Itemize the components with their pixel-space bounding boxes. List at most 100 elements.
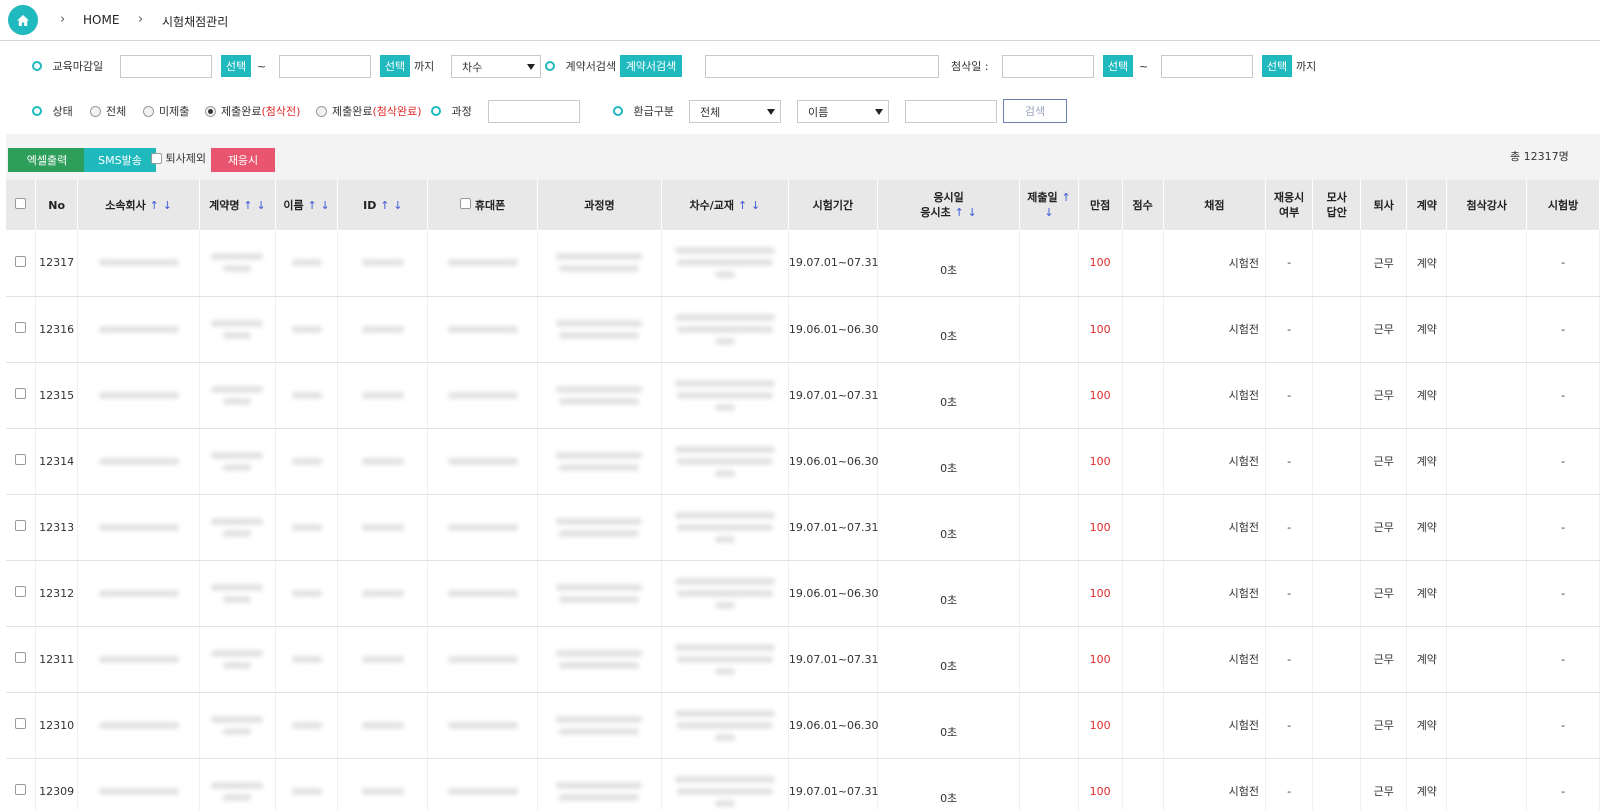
row-name: [275, 494, 339, 561]
row-checkbox[interactable]: [15, 652, 27, 663]
row-checkbox[interactable]: [15, 388, 27, 399]
redacted-text: [674, 709, 775, 717]
table-row[interactable]: 12312 19.06.01~06.30 0초 100 시험전 - 근무 계약 -: [6, 560, 1600, 627]
review-date-start-select-button[interactable]: 선택: [1103, 55, 1133, 77]
radio-selected-icon[interactable]: [205, 105, 216, 117]
review-date-end-select-button[interactable]: 선택: [1262, 55, 1292, 77]
sort-asc-icon[interactable]: ↑: [380, 199, 389, 212]
redacted-text: [714, 733, 735, 741]
redacted-text: [211, 451, 264, 459]
col-contract[interactable]: 계약명 ↑ ↓: [199, 180, 276, 230]
row-score: [1122, 362, 1164, 429]
status-radio-all[interactable]: 전체: [90, 99, 126, 123]
sort-asc-icon[interactable]: ↑: [955, 206, 964, 219]
until-text: 까지: [1296, 60, 1317, 73]
table-row[interactable]: 12315 19.07.01~07.31 0초 100 시험전 - 근무 계약 -: [6, 362, 1600, 429]
course-input[interactable]: [488, 100, 580, 123]
chevron-right-icon: ›: [60, 12, 66, 27]
sort-desc-icon[interactable]: ↓: [163, 199, 172, 212]
row-select-cell: [6, 560, 37, 627]
edu-deadline-end-input[interactable]: [279, 55, 371, 78]
edu-deadline-end-select-button[interactable]: 선택: [380, 55, 410, 77]
sort-desc-icon[interactable]: ↓: [321, 199, 330, 212]
search-field-select[interactable]: 이름: [797, 100, 889, 123]
sms-send-button[interactable]: SMS발송: [84, 148, 156, 172]
home-icon[interactable]: [8, 5, 38, 35]
row-full-score: 100: [1078, 362, 1123, 429]
col-company[interactable]: 소속회사 ↑ ↓: [77, 180, 201, 230]
redacted-text: [211, 781, 264, 789]
table-row[interactable]: 12313 19.07.01~07.31 0초 100 시험전 - 근무 계약 -: [6, 494, 1600, 561]
exclude-resigned-checkbox[interactable]: 퇴사제외: [151, 146, 206, 170]
col-name[interactable]: 이름 ↑ ↓: [275, 180, 339, 230]
radio-icon[interactable]: [316, 105, 327, 117]
row-tutor: [1446, 494, 1528, 561]
redacted-text: [98, 523, 179, 531]
row-checkbox[interactable]: [15, 586, 27, 597]
col-id[interactable]: ID ↑ ↓: [337, 180, 429, 230]
sort-desc-icon[interactable]: ↓: [751, 199, 760, 212]
contract-search-input[interactable]: [705, 55, 939, 78]
round-select[interactable]: 차수: [451, 55, 541, 78]
redacted-text: [211, 715, 264, 723]
checkbox-icon[interactable]: [151, 152, 162, 164]
col-exam-date[interactable]: 응시일 응시초 ↑ ↓: [877, 180, 1021, 230]
col-submit-date[interactable]: 제출일 ↑ ↓: [1019, 180, 1079, 230]
status-label: 상태: [32, 99, 73, 123]
sort-asc-icon[interactable]: ↑: [738, 199, 747, 212]
bullet-icon: [545, 61, 555, 71]
sort-asc-icon[interactable]: ↑: [243, 199, 252, 212]
excel-export-button[interactable]: 엑셀출력: [8, 148, 86, 172]
radio-icon[interactable]: [143, 105, 154, 117]
redacted-text: [674, 577, 775, 585]
breadcrumb-home-link[interactable]: HOME: [83, 13, 119, 27]
redacted-text: [223, 727, 252, 735]
contract-search-button[interactable]: 계약서검색: [620, 55, 682, 77]
status-radio-unsubmitted[interactable]: 미제출: [143, 99, 189, 123]
row-checkbox[interactable]: [15, 520, 27, 531]
sort-asc-icon[interactable]: ↑: [1061, 191, 1070, 204]
table-row[interactable]: 12309 19.07.01~07.31 0초 100 시험전 - 근무 계약 -: [6, 758, 1600, 810]
row-checkbox[interactable]: [15, 784, 27, 795]
row-checkbox[interactable]: [15, 255, 27, 267]
row-checkbox[interactable]: [15, 322, 27, 333]
row-period: 19.07.01~07.31: [788, 758, 879, 810]
row-checkbox[interactable]: [15, 718, 27, 729]
refund-type-label: 환급구분: [613, 99, 674, 123]
table-row[interactable]: 12316 19.06.01~06.30 0초 100 시험전 - 근무 계약 -: [6, 296, 1600, 363]
edu-deadline-start-input[interactable]: [120, 55, 212, 78]
radio-icon[interactable]: [90, 105, 101, 117]
edu-deadline-start-select-button[interactable]: 선택: [221, 55, 251, 77]
select-all-checkbox[interactable]: [15, 197, 27, 209]
table-row[interactable]: 12311 19.07.01~07.31 0초 100 시험전 - 근무 계약 -: [6, 626, 1600, 693]
col-exam-room: 시험방: [1526, 180, 1600, 230]
row-course: [537, 230, 662, 297]
row-checkbox[interactable]: [15, 454, 27, 465]
col-round[interactable]: 차수/교재 ↑ ↓: [661, 180, 789, 230]
phone-checkbox[interactable]: [460, 197, 472, 209]
redacted-text: [223, 661, 252, 669]
row-resign: 근무: [1360, 230, 1408, 297]
redacted-text: [447, 325, 518, 333]
review-date-end-input[interactable]: [1161, 55, 1253, 78]
sort-asc-icon[interactable]: ↑: [307, 199, 316, 212]
sort-desc-icon[interactable]: ↓: [1044, 206, 1053, 219]
refund-type-select[interactable]: 전체: [689, 100, 781, 123]
row-period: 19.06.01~06.30: [788, 692, 879, 759]
table-row[interactable]: 12317 19.07.01~07.31 0초 100 시험전 - 근무 계약 -: [6, 230, 1600, 297]
sort-desc-icon[interactable]: ↓: [256, 199, 265, 212]
sort-desc-icon[interactable]: ↓: [968, 206, 977, 219]
col-phone: 휴대폰: [427, 180, 538, 230]
redacted-text: [559, 595, 640, 603]
status-radio-submitted-before-review[interactable]: 제출완료 (첨삭전): [205, 99, 300, 123]
keyword-input[interactable]: [905, 100, 997, 123]
table-row[interactable]: 12314 19.06.01~06.30 0초 100 시험전 - 근무 계약 -: [6, 428, 1600, 495]
search-button[interactable]: 검색: [1003, 99, 1067, 123]
retake-button[interactable]: 재응시: [211, 148, 275, 172]
sort-asc-icon[interactable]: ↑: [150, 199, 159, 212]
review-date-start-input[interactable]: [1002, 55, 1094, 78]
status-radio-submitted-reviewed[interactable]: 제출완료 (첨삭완료): [316, 99, 422, 123]
redacted-text: [98, 457, 179, 465]
sort-desc-icon[interactable]: ↓: [393, 199, 402, 212]
table-row[interactable]: 12310 19.06.01~06.30 0초 100 시험전 - 근무 계약 -: [6, 692, 1600, 759]
